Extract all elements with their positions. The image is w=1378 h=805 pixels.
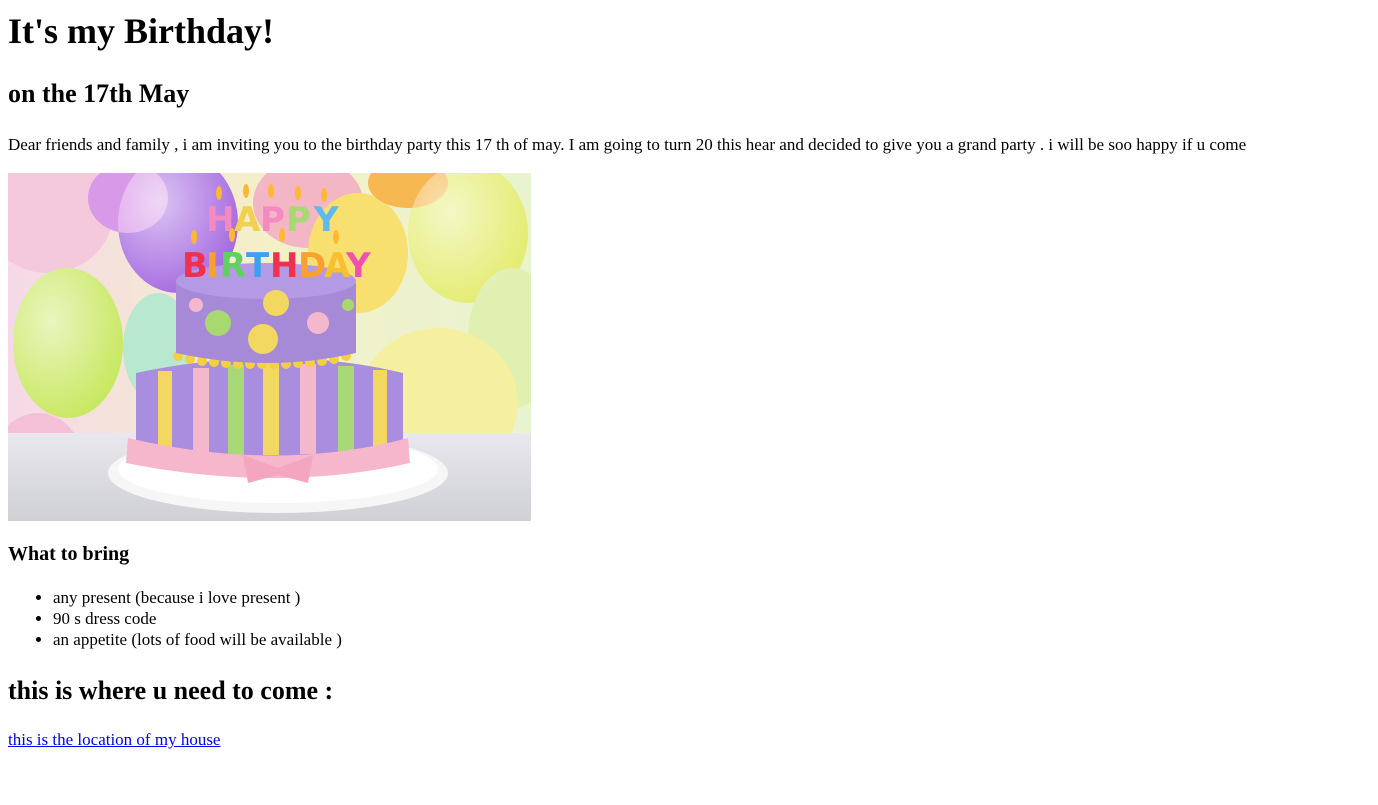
page-title: It's my Birthday! — [8, 11, 275, 51]
page: It's my Birthday! on the 17th May Dear f… — [0, 10, 1378, 751]
birthday-cake-image: H A P P Y B I R T H D A Y — [8, 173, 531, 521]
location-paragraph: this is the location of my house — [8, 729, 1370, 751]
svg-text:P: P — [286, 200, 311, 240]
svg-text:I: I — [206, 246, 219, 286]
svg-text:D: D — [298, 246, 326, 286]
bring-list: any present (because i love present ) 90… — [8, 587, 1370, 650]
svg-text:T: T — [246, 246, 270, 286]
svg-text:A: A — [234, 200, 261, 240]
svg-text:R: R — [220, 246, 246, 286]
location-heading: this is where u need to come : — [8, 676, 334, 705]
page-subtitle: on the 17th May — [8, 79, 190, 108]
list-item: any present (because i love present ) — [53, 587, 1370, 608]
svg-text:Y: Y — [345, 246, 371, 286]
list-item: an appetite (lots of food will be availa… — [53, 629, 1370, 650]
invitation-text: Dear friends and family , i am inviting … — [8, 135, 1247, 154]
bring-title: What to bring — [8, 543, 130, 565]
svg-text:H: H — [270, 246, 298, 286]
list-item: 90 s dress code — [53, 608, 1370, 629]
svg-text:B: B — [182, 246, 208, 286]
location-link[interactable]: this is the location of my house — [8, 730, 220, 749]
